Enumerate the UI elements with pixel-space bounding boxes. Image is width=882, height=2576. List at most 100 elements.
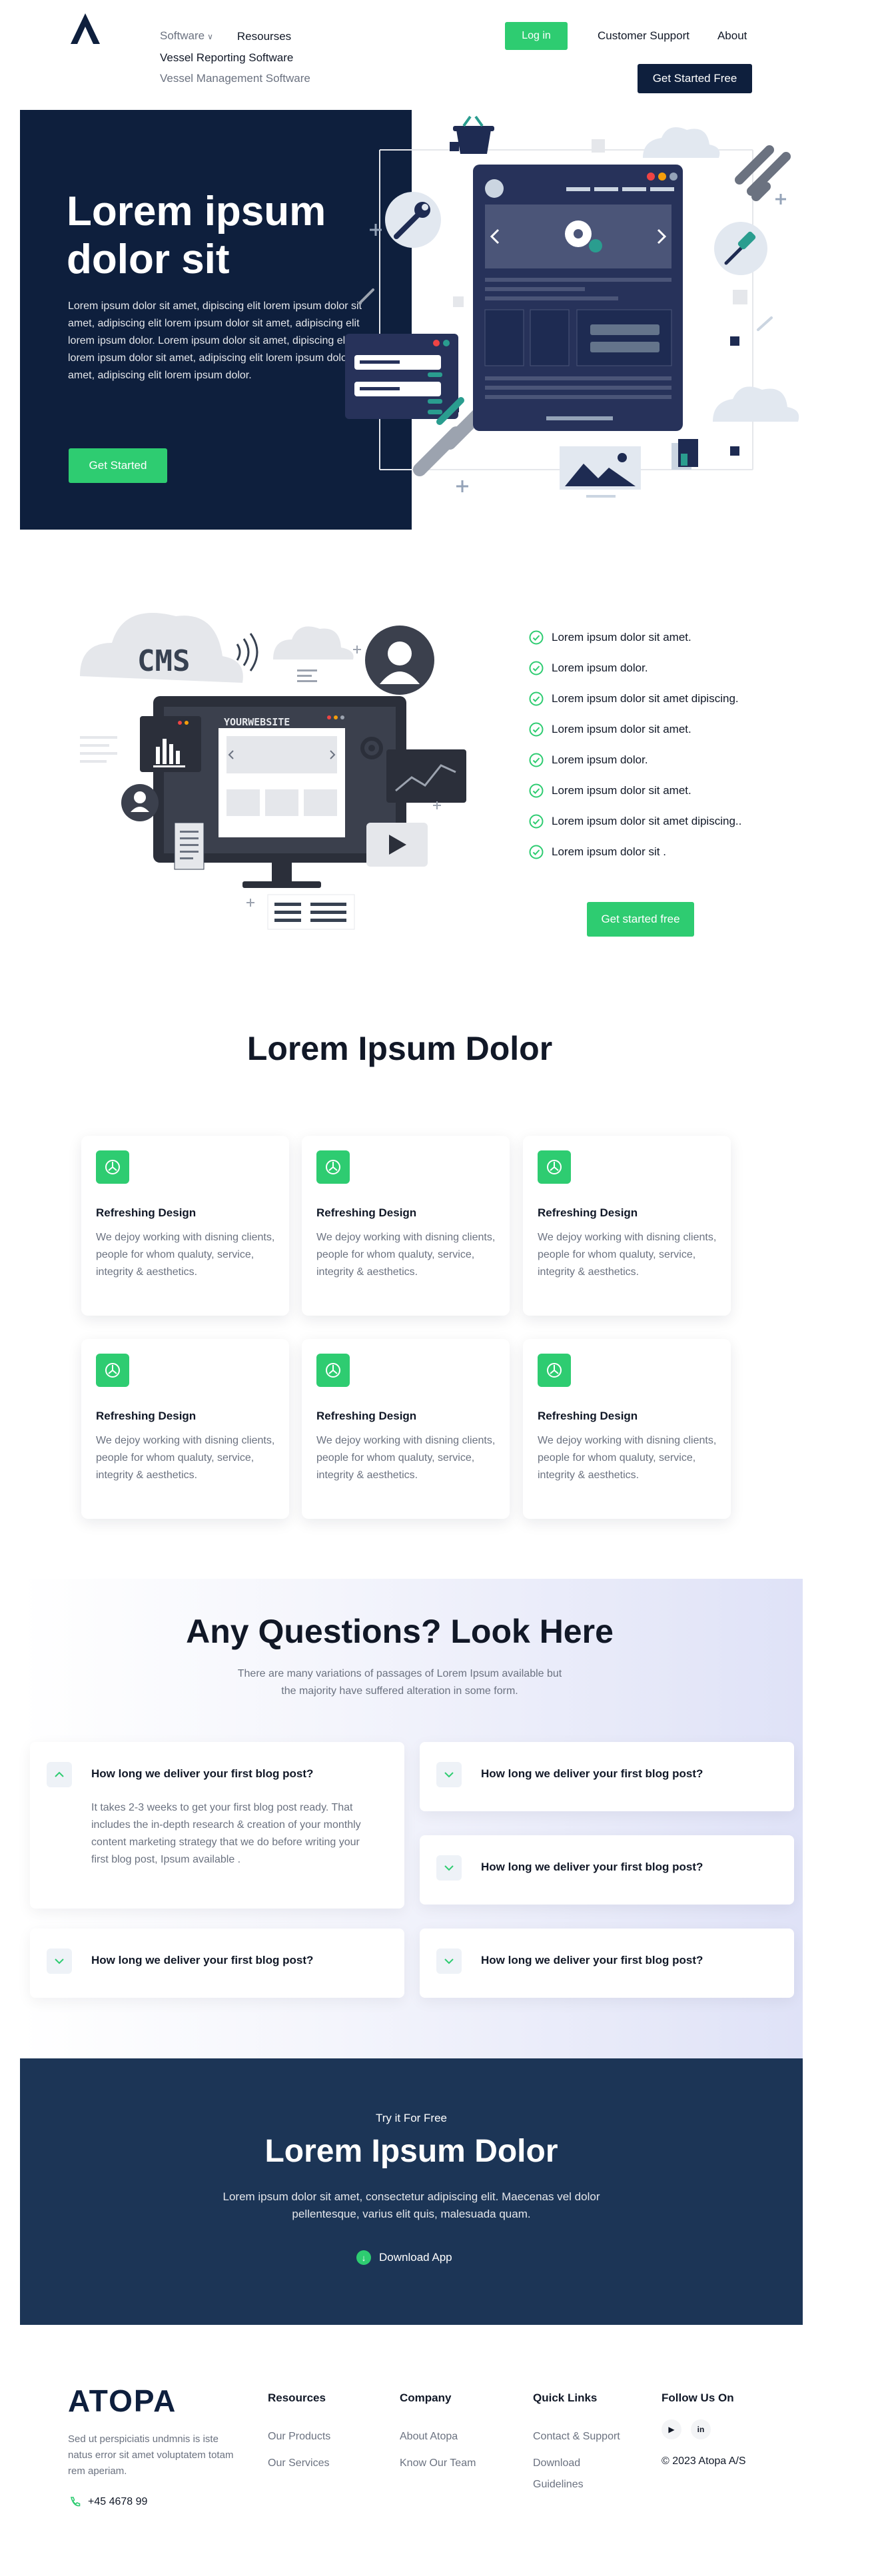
checklist-text: Lorem ipsum dolor sit amet.: [552, 631, 691, 644]
login-button[interactable]: Log in: [505, 22, 568, 50]
checklist-item: Lorem ipsum dolor sit amet dipiscing.: [529, 683, 741, 714]
chevron-down-icon[interactable]: [436, 1948, 462, 1974]
youtube-icon[interactable]: ▶: [662, 2419, 681, 2439]
chevron-up-icon[interactable]: [47, 1762, 72, 1787]
footer-heading: Resources: [268, 2391, 326, 2404]
cta-title: Lorem Ipsum Dolor: [264, 2134, 558, 2169]
check-circle-icon: [529, 814, 544, 829]
checklist-text: Lorem ipsum dolor sit .: [552, 845, 666, 858]
design-icon: [538, 1354, 571, 1387]
faq-question: How long we deliver your first blog post…: [481, 1861, 703, 1873]
cta-pretitle: Try it For Free: [375, 2112, 448, 2124]
checklist-text: Lorem ipsum dolor sit amet.: [552, 784, 691, 797]
footer-follow: Follow Us On ▶ in © 2023 Atopa A/S: [662, 2391, 746, 2467]
design-icon: [96, 1150, 129, 1184]
chevron-down-icon[interactable]: [436, 1762, 462, 1787]
hero-text: Lorem ipsum dolor sit amet, dipiscing el…: [68, 300, 364, 381]
phone-number: +45 4678 99: [88, 2496, 148, 2507]
checklist-item: Lorem ipsum dolor sit .: [529, 837, 741, 867]
nav-customer-support[interactable]: Customer Support: [598, 29, 689, 43]
footer-link-products[interactable]: Our Products: [268, 2429, 330, 2445]
checklist-text: Lorem ipsum dolor sit amet dipiscing.: [552, 692, 739, 705]
footer-link-about[interactable]: About Atopa: [400, 2429, 476, 2445]
feature-card: Refreshing Design We dejoy working with …: [81, 1339, 289, 1519]
chevron-down-icon[interactable]: [47, 1948, 72, 1974]
download-app-label: Download App: [379, 2251, 452, 2264]
design-icon: [96, 1354, 129, 1387]
card-title: Refreshing Design: [538, 1206, 638, 1219]
checklist-item: Lorem ipsum dolor sit amet.: [529, 622, 741, 653]
faq-item[interactable]: How long we deliver your first blog post…: [420, 1929, 794, 1998]
check-circle-icon: [529, 691, 544, 706]
feature-card: Refreshing Design We dejoy working with …: [523, 1339, 731, 1519]
faq-question: How long we deliver your first blog post…: [481, 1767, 703, 1780]
nav-about[interactable]: About: [717, 29, 747, 43]
chevron-down-icon[interactable]: [436, 1855, 462, 1881]
checklist-item: Lorem ipsum dolor sit amet.: [529, 775, 741, 806]
submenu-vessel-management[interactable]: Vessel Management Software: [160, 68, 310, 89]
faq-title: Any Questions? Look Here: [186, 1613, 614, 1650]
hero-get-started-button[interactable]: Get Started: [69, 448, 167, 483]
nav-software[interactable]: Software ∨: [160, 25, 213, 47]
check-circle-icon: [529, 753, 544, 767]
feature-card: Refreshing Design We dejoy working with …: [302, 1339, 510, 1519]
nav-resources[interactable]: Resourses: [237, 26, 291, 47]
card-text: We dejoy working with disning clients, p…: [316, 1435, 496, 1481]
footer-phone[interactable]: +45 4678 99: [68, 2495, 147, 2509]
footer-heading: Company: [400, 2391, 452, 2404]
design-icon: [316, 1150, 350, 1184]
card-title: Refreshing Design: [316, 1206, 417, 1219]
website-label: YOURWEBSITE: [224, 716, 290, 728]
get-started-free-cta-button[interactable]: Get started free: [587, 902, 694, 937]
footer-link-team[interactable]: Know Our Team: [400, 2455, 476, 2471]
check-circle-icon: [529, 783, 544, 798]
checklist-item: Lorem ipsum dolor sit amet.: [529, 714, 741, 745]
copyright: © 2023 Atopa A/S: [662, 2455, 746, 2467]
cms-illustration: CMS YOURWEBSITE: [80, 613, 466, 930]
card-text: We dejoy working with disning clients, p…: [538, 1435, 717, 1481]
download-app-button[interactable]: ↓ Download App: [356, 2248, 452, 2268]
check-circle-icon: [529, 661, 544, 675]
get-started-free-button[interactable]: Get Started Free: [638, 64, 752, 93]
feature-card: Refreshing Design We dejoy working with …: [302, 1136, 510, 1316]
check-circle-icon: [529, 630, 544, 645]
footer-link-contact[interactable]: Contact & Support: [533, 2429, 620, 2445]
checklist-item: Lorem ipsum dolor sit amet dipiscing..: [529, 806, 741, 837]
faq-item[interactable]: How long we deliver your first blog post…: [420, 1835, 794, 1905]
card-title: Refreshing Design: [96, 1410, 197, 1422]
submenu-vessel-reporting[interactable]: Vessel Reporting Software: [160, 47, 310, 68]
checklist-item: Lorem ipsum dolor.: [529, 745, 741, 775]
check-circle-icon: [529, 845, 544, 859]
hero-section: Lorem ipsum dolor sit Lorem ipsum dolor …: [20, 110, 803, 530]
footer-heading: Quick Links: [533, 2391, 598, 2404]
footer-link-services[interactable]: Our Services: [268, 2455, 330, 2471]
atopa-wordmark: ATOPA: [68, 2383, 175, 2418]
faq-subtitle: There are many variations of passages of…: [237, 1668, 562, 1697]
card-text: We dejoy working with disning clients, p…: [96, 1435, 275, 1481]
footer-link-download[interactable]: Download: [533, 2455, 620, 2471]
footer-logo[interactable]: ATOPA: [68, 2383, 181, 2419]
card-text: We dejoy working with disning clients, p…: [316, 1232, 496, 1278]
checklist-text: Lorem ipsum dolor.: [552, 753, 648, 766]
main-nav: Software ∨ Resourses Vessel Reporting Sof…: [160, 25, 310, 89]
secondary-nav: Customer Support About: [598, 29, 747, 43]
checklist-text: Lorem ipsum dolor sit amet.: [552, 723, 691, 735]
faq-item[interactable]: How long we deliver your first blog post…: [30, 1929, 404, 1998]
footer-resources: Resources Our Products Our Services: [268, 2391, 330, 2482]
card-title: Refreshing Design: [538, 1410, 638, 1422]
dashboard-illustration: [345, 115, 799, 498]
footer-heading: Follow Us On: [662, 2391, 734, 2404]
logo-icon[interactable]: [68, 12, 103, 45]
faq-item-expanded[interactable]: How long we deliver your first blog post…: [30, 1742, 404, 1909]
linkedin-icon[interactable]: in: [691, 2419, 711, 2439]
download-icon: ↓: [356, 2250, 371, 2265]
faq-answer: It takes 2-3 weeks to get your first blo…: [91, 1802, 361, 1865]
faq-item[interactable]: How long we deliver your first blog post…: [420, 1742, 794, 1811]
site-header: Software ∨ Resourses Vessel Reporting Sof…: [0, 0, 882, 107]
design-icon: [538, 1150, 571, 1184]
social-links: ▶ in: [662, 2419, 746, 2439]
footer-link-guidelines[interactable]: Guidelines: [533, 2477, 620, 2493]
check-circle-icon: [529, 722, 544, 737]
checklist-text: Lorem ipsum dolor.: [552, 661, 648, 674]
chevron-down-icon: ∨: [207, 32, 213, 41]
